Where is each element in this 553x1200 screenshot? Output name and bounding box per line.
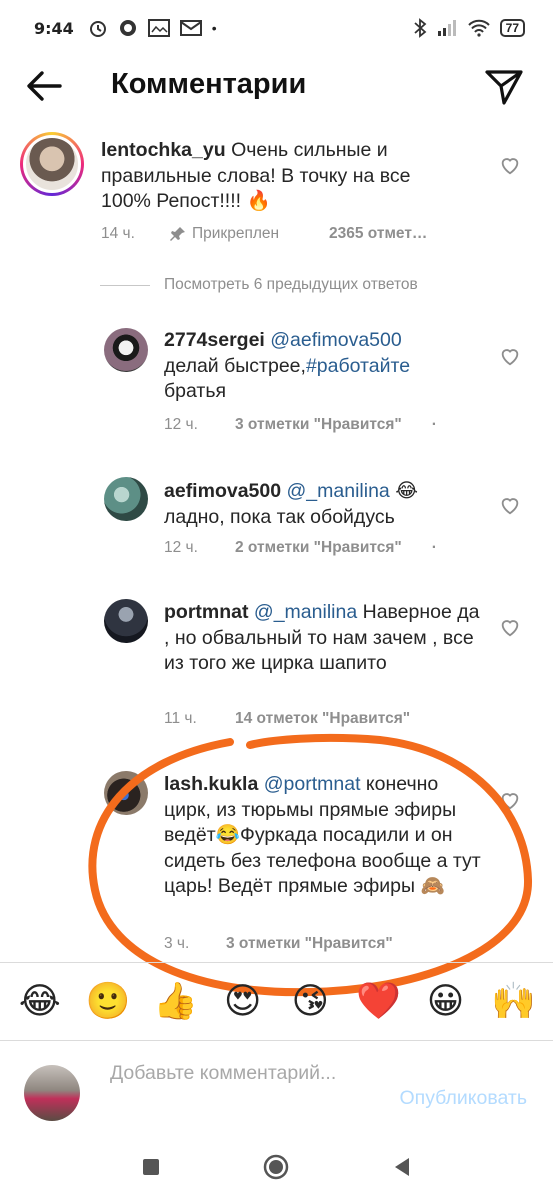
comment-hashtag[interactable]: #работайте — [306, 355, 410, 377]
header: Комментарии — [0, 58, 553, 114]
signal-icon — [437, 20, 456, 36]
like-heart-icon[interactable] — [499, 154, 521, 176]
system-nav-bar — [0, 1134, 553, 1200]
emoji-button[interactable]: 🙂 — [85, 983, 130, 1020]
mail-icon — [179, 20, 202, 36]
comment-meta: 3 ч. 3 отметки "Нравится" — [164, 935, 393, 953]
comment-body: portmnat @_manilina Наверное да , но обв… — [164, 600, 484, 677]
more-notifications-icon: • — [211, 20, 217, 36]
divider-line — [100, 284, 150, 286]
comment-composer: Добавьте комментарий... Опубликовать — [0, 1040, 553, 1134]
view-previous-label: Посмотреть 6 предыдущих ответов — [164, 276, 418, 293]
comment-body: 2774sergei @aefimova500 делай быстрее,#р… — [164, 328, 464, 405]
like-heart-icon[interactable] — [499, 494, 521, 516]
comment-body: lentochka_yu Очень сильные и правильные … — [101, 138, 461, 215]
emoji-button[interactable]: ❤️ — [356, 983, 401, 1020]
comment-emoji: 😂 — [395, 479, 418, 502]
avatar[interactable] — [104, 771, 148, 815]
status-bar: 9:44 • 77 — [0, 0, 553, 56]
comment-body: aefimova500 @_manilina 😂 ладно, пока так… — [164, 478, 464, 530]
avatar-story-ring[interactable] — [20, 132, 84, 196]
like-heart-icon[interactable] — [499, 789, 521, 811]
comment-time: 11 ч. — [164, 710, 197, 727]
comment-mention[interactable]: @_manilina — [254, 601, 357, 623]
comment-meta: 11 ч. 14 отметок "Нравится" — [164, 710, 410, 728]
comment-username[interactable]: aefimova500 — [164, 480, 281, 502]
comment-mention[interactable]: @_manilina — [287, 480, 390, 502]
comment-mention[interactable]: @aefimova500 — [270, 329, 401, 351]
direct-send-icon[interactable] — [482, 64, 526, 108]
comment-time: 14 ч. — [101, 225, 135, 242]
emoji-button[interactable]: 😍 — [221, 983, 265, 1020]
comment-username[interactable]: lentochka_yu — [101, 139, 226, 161]
emoji-quick-bar: 😂 🙂 👍 😍 😘 ❤️ 😀 🙌 — [0, 962, 553, 1040]
sync-icon — [119, 20, 136, 36]
avatar — [23, 135, 81, 193]
comment-time: 12 ч. — [164, 539, 198, 556]
comment-body: lash.kukla @portmnat конечно цирк, из тю… — [164, 772, 484, 900]
page-title: Комментарии — [111, 68, 307, 100]
comment-likes[interactable]: 3 отметки "Нравится" — [226, 935, 393, 953]
home-icon[interactable] — [263, 1154, 289, 1180]
pinned-label: Прикреплен — [192, 225, 280, 242]
battery-indicator: 77 — [499, 19, 525, 37]
back-arrow-icon[interactable] — [22, 64, 66, 108]
comment-username[interactable]: portmnat — [164, 601, 249, 623]
bluetooth-icon — [414, 18, 427, 38]
pin-icon — [170, 227, 185, 241]
comment-time: 12 ч. — [164, 416, 198, 433]
emoji-button[interactable]: 🙌 — [491, 983, 536, 1020]
comment-meta: 12 ч. 3 отметки "Нравится" · — [164, 416, 437, 434]
avatar[interactable] — [104, 477, 148, 521]
gallery-icon — [147, 19, 170, 37]
emoji-button[interactable]: 😘 — [288, 983, 332, 1020]
comment-username[interactable]: 2774sergei — [164, 329, 265, 351]
more-options-icon[interactable]: · — [432, 416, 437, 434]
comment-meta: 12 ч. 2 отметки "Нравится" · — [164, 539, 437, 557]
view-previous-replies[interactable]: Посмотреть 6 предыдущих ответов — [100, 276, 418, 294]
comment-likes[interactable]: 14 отметок "Нравится" — [235, 710, 410, 728]
comment-text: делай быстрее, — [164, 354, 306, 377]
more-options-icon[interactable]: · — [432, 539, 437, 557]
emoji-button[interactable]: 👍 — [153, 983, 198, 1020]
comment-username[interactable]: lash.kukla — [164, 773, 258, 795]
comment-likes[interactable]: 3 отметки "Нравится" — [235, 416, 402, 434]
comment-meta: 14 ч. Прикреплен 2365 отмет… — [101, 225, 427, 243]
comment-text: Наверное — [362, 601, 452, 623]
back-nav-icon[interactable] — [393, 1157, 411, 1177]
comment-text: братья — [164, 380, 227, 402]
emoji-button[interactable]: 😂 — [18, 983, 62, 1020]
publish-button[interactable]: Опубликовать — [399, 1087, 527, 1110]
comment-likes[interactable]: 2 отметки "Нравится" — [235, 539, 402, 557]
comment-input[interactable]: Добавьте комментарий... — [110, 1061, 370, 1086]
comment-likes[interactable]: 2365 отмет… — [329, 225, 427, 243]
wifi-icon — [467, 19, 490, 37]
emoji-button[interactable]: 😀 — [424, 983, 468, 1020]
comment-text: конечно — [365, 773, 439, 795]
avatar[interactable] — [104, 599, 148, 643]
status-notification-icons: • — [88, 18, 217, 38]
avatar — [24, 1065, 80, 1121]
alarm-icon — [89, 21, 106, 37]
comment-text: цирк, из тюрьмы прямые эфиры ведёт😂Фурка… — [164, 798, 481, 898]
status-time: 9:44 — [34, 18, 74, 38]
recent-apps-icon[interactable] — [142, 1158, 160, 1176]
comment-mention[interactable]: @portmnat — [264, 773, 361, 795]
avatar[interactable] — [104, 328, 148, 372]
like-heart-icon[interactable] — [499, 345, 521, 367]
comment-text: ладно, пока так обойдусь — [164, 505, 395, 528]
like-heart-icon[interactable] — [499, 616, 521, 638]
comment-time: 3 ч. — [164, 935, 190, 952]
